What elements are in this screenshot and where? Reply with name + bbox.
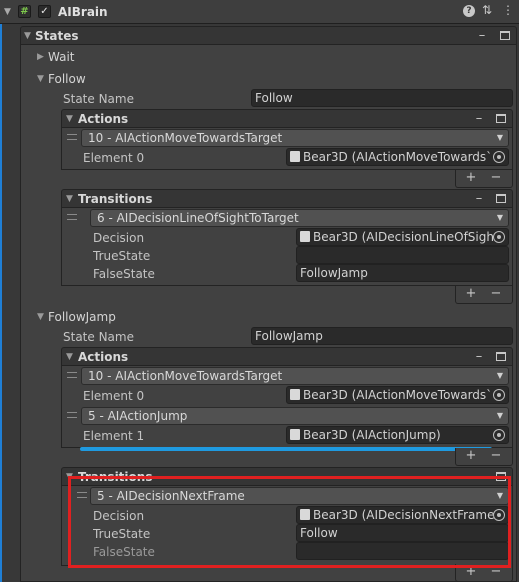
maximize-icon[interactable] (496, 194, 506, 203)
states-list-header[interactable]: ▼ States – (20, 26, 517, 45)
state-name-label: State Name (63, 330, 134, 344)
decision-type-dropdown[interactable]: 6 - AIDecisionLineOfSightToTarget ▼ (90, 209, 509, 227)
script-asset-icon (290, 151, 300, 162)
object-value: Bear3D (AIActionJump) (303, 428, 441, 442)
object-picker-icon[interactable] (493, 151, 505, 163)
component-title: AIBrain (58, 5, 108, 19)
actions-label: Actions (78, 112, 129, 126)
script-asset-icon (290, 389, 300, 400)
truestate-label: TrueState (93, 249, 151, 263)
help-icon[interactable]: ? (463, 5, 475, 17)
dropdown-arrow-icon: ▼ (496, 371, 503, 380)
collapse-icon[interactable]: – (472, 192, 486, 206)
add-button[interactable]: + (464, 287, 478, 301)
preset-sliders-icon[interactable]: ⇅ (482, 3, 492, 17)
dropdown-value: 10 - AIActionMoveTowardsTarget (88, 369, 283, 383)
script-icon: # (18, 5, 31, 18)
collapse-icon[interactable]: – (472, 350, 486, 364)
collapse-icon[interactable]: – (472, 112, 486, 126)
more-options-icon[interactable]: ⋮ (502, 3, 514, 17)
component-header[interactable]: ▼ # ✓ AIBrain ? ⇅ ⋮ (0, 0, 519, 24)
remove-button[interactable]: − (489, 449, 503, 463)
dropdown-value: 10 - AIActionMoveTowardsTarget (88, 131, 283, 145)
drag-handle-icon[interactable] (67, 214, 77, 220)
enabled-checkbox[interactable]: ✓ (38, 5, 51, 18)
foldout-arrow-icon[interactable]: ▼ (24, 27, 31, 45)
object-value: Bear3D (AIActionMoveTowards` (303, 150, 493, 164)
actions-label: Actions (78, 350, 129, 364)
collapse-arrow-icon[interactable]: ▼ (4, 3, 11, 21)
dropdown-value: 6 - AIDecisionLineOfSightToTarget (97, 211, 299, 225)
state-follow-label[interactable]: Follow (48, 70, 86, 88)
object-picker-icon[interactable] (493, 231, 505, 243)
state-followjamp-label[interactable]: FollowJamp (48, 308, 116, 326)
drag-handle-icon[interactable] (67, 412, 77, 418)
script-asset-icon (290, 429, 300, 440)
object-field[interactable]: Bear3D (AIActionMoveTowards` (286, 386, 509, 404)
collapse-icon[interactable]: – (475, 29, 489, 43)
remove-button[interactable]: − (489, 287, 503, 301)
remove-button[interactable]: − (489, 171, 503, 185)
actions-list-header[interactable]: ▼ Actions – (61, 109, 513, 128)
transitions-add-remove-bar: + − (455, 286, 513, 304)
drag-handle-icon[interactable] (67, 372, 77, 378)
state-name-label: State Name (63, 92, 134, 106)
script-asset-icon (300, 231, 310, 242)
foldout-arrow-icon[interactable]: ▼ (66, 190, 73, 208)
dropdown-arrow-icon: ▼ (496, 133, 503, 142)
actions-add-remove-bar: + − (455, 448, 513, 466)
add-button[interactable]: + (464, 449, 478, 463)
actions-list-header[interactable]: ▼ Actions – (61, 347, 513, 366)
maximize-icon[interactable] (496, 352, 506, 361)
maximize-icon[interactable] (496, 114, 506, 123)
state-wait-label[interactable]: Wait (48, 48, 75, 66)
drag-handle-icon[interactable] (67, 134, 77, 140)
decision-object-field[interactable]: Bear3D (AIDecisionLineOfSigh (296, 228, 509, 246)
state-name-field[interactable]: FollowJamp (251, 327, 513, 345)
followjamp-foldout-icon[interactable]: ▼ (37, 308, 44, 326)
highlight-box (68, 476, 511, 568)
add-button[interactable]: + (464, 171, 478, 185)
object-picker-icon[interactable] (493, 429, 505, 441)
decision-label: Decision (93, 231, 145, 245)
object-value: Bear3D (AIDecisionLineOfSigh (313, 230, 494, 244)
foldout-arrow-icon[interactable]: ▼ (66, 348, 73, 366)
action-type-dropdown[interactable]: 10 - AIActionMoveTowardsTarget ▼ (81, 129, 509, 147)
state-name-field[interactable]: Follow (251, 89, 513, 107)
element-label: Element 0 (83, 151, 145, 165)
falsestate-field[interactable]: FollowJamp (296, 264, 509, 282)
object-field[interactable]: Bear3D (AIActionJump) (286, 426, 509, 444)
dropdown-arrow-icon: ▼ (496, 213, 503, 222)
actions-add-remove-bar: + − (455, 170, 513, 188)
dropdown-value: 5 - AIActionJump (88, 409, 188, 423)
truestate-field[interactable] (296, 246, 509, 264)
wait-foldout-icon[interactable]: ▶ (37, 48, 44, 66)
drag-insert-indicator (80, 447, 492, 451)
object-picker-icon[interactable] (493, 389, 505, 401)
foldout-arrow-icon[interactable]: ▼ (66, 110, 73, 128)
maximize-icon[interactable] (500, 31, 510, 40)
follow-foldout-icon[interactable]: ▼ (37, 70, 44, 88)
states-label: States (35, 29, 79, 43)
action-type-dropdown[interactable]: 10 - AIActionMoveTowardsTarget ▼ (81, 367, 509, 385)
action-type-dropdown[interactable]: 5 - AIActionJump ▼ (81, 407, 509, 425)
element-label: Element 1 (83, 429, 145, 443)
transitions-list-header[interactable]: ▼ Transitions – (61, 189, 513, 208)
transitions-label: Transitions (78, 192, 153, 206)
object-field[interactable]: Bear3D (AIActionMoveTowards` (286, 148, 509, 166)
element-label: Element 0 (83, 389, 145, 403)
falsestate-label: FalseState (93, 267, 155, 281)
left-selection-strip (0, 24, 2, 582)
dropdown-arrow-icon: ▼ (496, 411, 503, 420)
object-value: Bear3D (AIActionMoveTowards` (303, 388, 493, 402)
